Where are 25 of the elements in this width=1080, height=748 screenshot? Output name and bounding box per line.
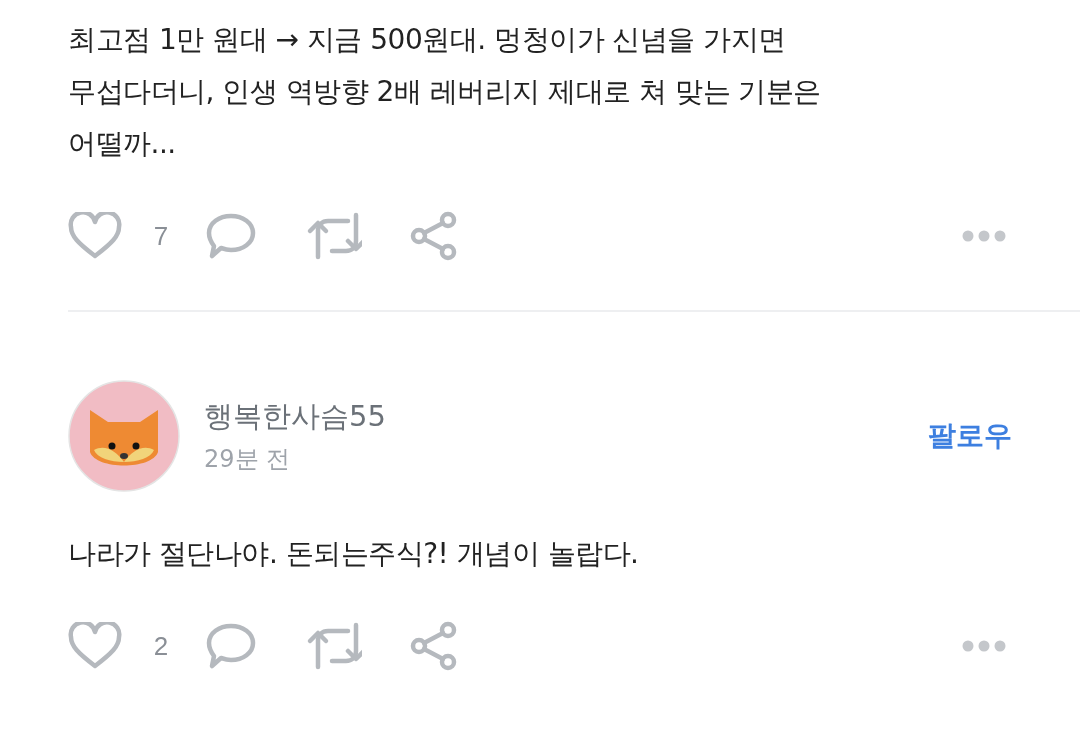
share-icon [410,211,458,261]
comment-button[interactable] [206,212,256,260]
like-button[interactable]: 2 [68,622,186,670]
post-text: 나라가 절단나야. 돈되는주식?! 개념이 놀랍다. [68,536,640,572]
post-text: 무섭다더니, 인생 역방향 2배 레버리지 제대로 쳐 맞는 기분은 [68,74,822,110]
post-text: 어떨까... [68,126,177,162]
more-button[interactable] [962,640,1006,652]
share-icon [410,621,458,671]
more-icon [962,640,1006,652]
follow-button[interactable]: 팔로우 [928,417,1012,455]
more-button[interactable] [962,230,1006,242]
like-count: 7 [152,220,170,252]
like-button[interactable]: 7 [68,212,186,260]
like-count: 2 [152,630,170,662]
post-time: 29분 전 [204,444,292,475]
speech-bubble-icon [206,622,256,670]
speech-bubble-icon [206,212,256,260]
share-button[interactable] [410,621,458,671]
share-button[interactable] [410,211,458,261]
heart-icon [68,622,122,670]
post-text: 최고점 1만 원대 → 지금 500원대. 멍청이가 신념을 가지면 [68,22,787,58]
comment-button[interactable] [206,622,256,670]
heart-icon [68,212,122,260]
author-name: 행복한사슴55 [204,398,387,435]
more-icon [962,230,1006,242]
